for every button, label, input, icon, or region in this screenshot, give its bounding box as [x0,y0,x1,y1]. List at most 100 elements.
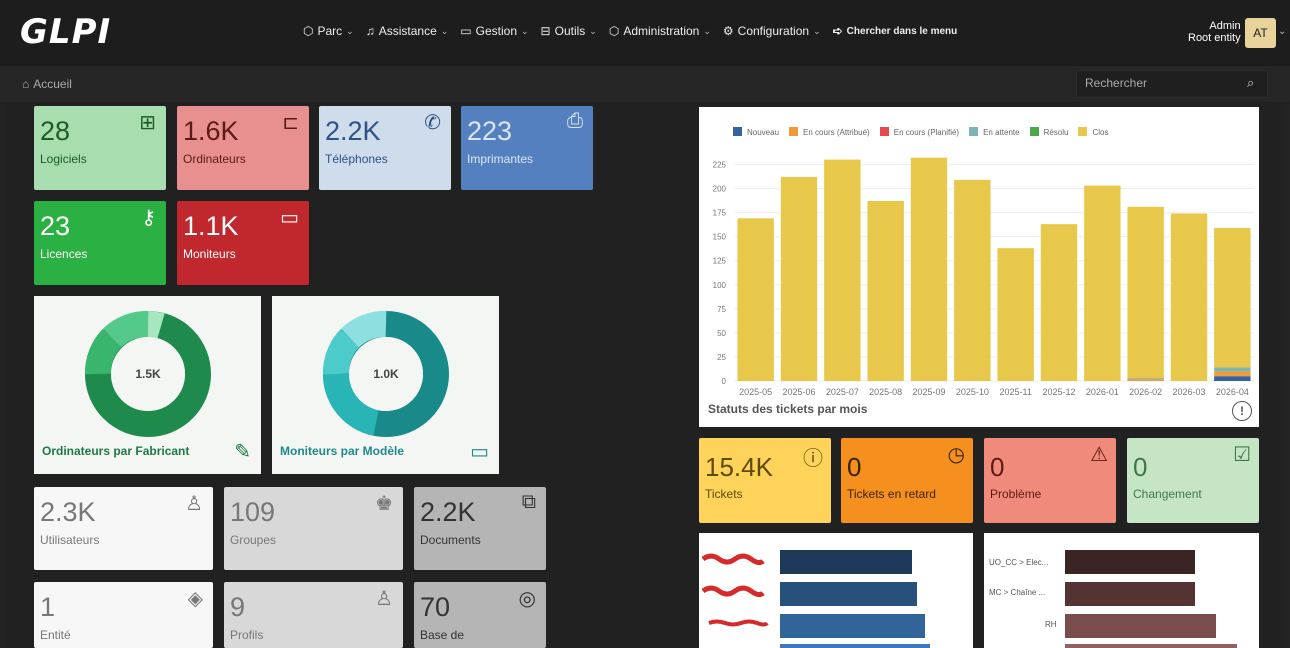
x-tick-label: 2025-05 [739,387,772,397]
card-label: Téléphones [325,152,388,166]
bar-segment[interactable] [1214,376,1251,381]
card-value: 223 [467,116,513,146]
card-ordinateurs[interactable]: 1.6K Ordinateurs ⊏ [177,106,309,190]
gear-icon: ⚙ [722,24,734,38]
search-input[interactable] [1085,76,1235,90]
hbar[interactable] [1065,582,1195,606]
menu-label: Outils [554,24,586,38]
card-label: Utilisateurs [40,533,100,547]
hbar[interactable] [780,582,917,606]
hbar[interactable] [1065,550,1195,574]
hbar[interactable] [780,614,925,638]
user-entity: Root entity [1188,32,1241,44]
menu-label: Administration [623,24,700,38]
bar-segment[interactable] [1214,227,1251,368]
card-telephones[interactable]: 2.2K Téléphones ✆ [319,106,451,190]
bar-segment[interactable] [1040,224,1078,381]
bar-segment[interactable] [867,201,904,381]
redacted-label [708,619,769,627]
menu-configuration[interactable]: ⚙ Configuration ⌄ [723,24,821,38]
bar-segment[interactable] [1214,367,1251,372]
arrow-right-icon: ➪ [832,24,843,38]
donut-slice[interactable] [340,311,387,348]
donut-slice[interactable] [323,328,360,375]
donut-card-ordinateurs[interactable]: 1.5K Ordinateurs par Fabricant ✎ [34,296,261,474]
chevron-down-icon: ⌄ [813,25,821,36]
card-entite[interactable]: 1 Entité ◈ [34,582,213,648]
chevron-down-icon[interactable]: ⌄ [1278,26,1286,37]
chevron-down-icon: ⌄ [703,25,711,36]
alert-circle-icon[interactable]: ! [1232,401,1252,421]
bar-segment[interactable] [1127,206,1164,379]
card-imprimantes[interactable]: 223 Imprimantes ⎙ [461,106,593,190]
donut-chart-moniteurs: 1.0K [323,311,449,437]
hbar[interactable] [780,644,930,648]
y-tick-label: 200 [713,185,727,194]
donut-slice[interactable] [147,311,165,339]
menu-gestion[interactable]: ▭ Gestion ⌄ [460,24,528,38]
hbar[interactable] [1065,614,1216,638]
breadcrumb[interactable]: ⌂ Accueil [22,77,72,91]
bar-segment[interactable] [910,157,948,381]
card-licences[interactable]: 23 Licences ⚷ [34,201,166,285]
menu-parc[interactable]: ⬡ Parc ⌄ [303,24,354,38]
edit-icon: ✎ [234,441,251,463]
donut-card-moniteurs[interactable]: 1.0K Moniteurs par Modèle ▭ [272,296,499,474]
card-groupes[interactable]: 109 Groupes ♚ [224,487,403,570]
briefcase-icon: ⊟ [540,24,551,38]
stat-tickets-retard[interactable]: 0 Tickets en retard ◷ [841,438,973,523]
card-label: Licences [40,247,88,261]
x-tick-label: 2025-11 [999,387,1031,397]
glpi-logo[interactable]: GLPI [20,12,111,52]
user-check-icon: ♙ [375,588,393,610]
menu-outils[interactable]: ⊟ Outils ⌄ [541,24,597,38]
chevron-down-icon: ⌄ [589,25,597,36]
bar-segment[interactable] [1127,378,1164,380]
breadcrumb-home[interactable]: Accueil [33,77,72,91]
user-info[interactable]: Admin Root entity [1188,20,1241,44]
card-value: 1.6K [183,116,239,146]
card-label: Ordinateurs [183,152,246,166]
card-label: Imprimantes [467,152,534,166]
card-utilisateurs[interactable]: 2.3K Utilisateurs ♙ [34,487,213,570]
x-tick-label: 2025-07 [826,387,859,397]
card-moniteurs[interactable]: 1.1K Moniteurs ▭ [177,201,309,285]
stat-value: 0 [1133,452,1148,482]
donut-slice[interactable] [102,311,149,348]
redacted-label [701,553,765,566]
donut-slice[interactable] [85,328,122,375]
stat-changement[interactable]: 0 Changement ☑ [1127,438,1259,523]
x-tick-label: 2025-10 [956,387,989,397]
avatar[interactable]: AT [1245,18,1276,48]
card-value: 28 [40,116,71,146]
bar-segment[interactable] [824,159,861,381]
card-logiciels[interactable]: 28 Logiciels ⊞ [34,106,166,190]
bar-segment[interactable] [737,218,774,381]
x-tick-label: 2026-01 [1086,387,1119,397]
y-tick-label: 75 [717,305,726,314]
menu-search-button[interactable]: ➪ Chercher dans le menu [833,24,958,38]
hbar[interactable] [1065,644,1237,648]
stat-probleme[interactable]: 0 Problème ⚠ [984,438,1116,523]
stat-tickets[interactable]: 15.4K Tickets ⓘ [699,438,831,523]
x-tick-label: 2026-03 [1172,387,1205,397]
menu-assistance[interactable]: ♫ Assistance ⌄ [366,24,449,38]
menu-administration[interactable]: ⬡ Administration ⌄ [609,24,711,38]
card-value: 23 [40,211,71,241]
hbar[interactable] [780,550,912,574]
card-documents[interactable]: 2.2K Documents ⧉ [414,487,546,570]
bar-segment[interactable] [1170,213,1208,381]
card-value: 2.2K [325,116,381,146]
card-base-connaissances[interactable]: 70 Base de ◎ [414,582,546,648]
bar-segment[interactable] [1084,185,1121,381]
bar-segment[interactable] [997,248,1034,381]
menu-label: Assistance [378,24,437,38]
card-profils[interactable]: 9 Profils ♙ [224,582,403,648]
bar-segment[interactable] [1127,379,1164,381]
bar-segment[interactable] [780,176,818,381]
card-label: Base de [420,628,465,642]
y-tick-label: 50 [717,329,726,338]
bar-segment[interactable] [954,179,991,381]
search-icon[interactable]: ⌕ [1247,75,1254,91]
bar-segment[interactable] [1214,371,1251,377]
